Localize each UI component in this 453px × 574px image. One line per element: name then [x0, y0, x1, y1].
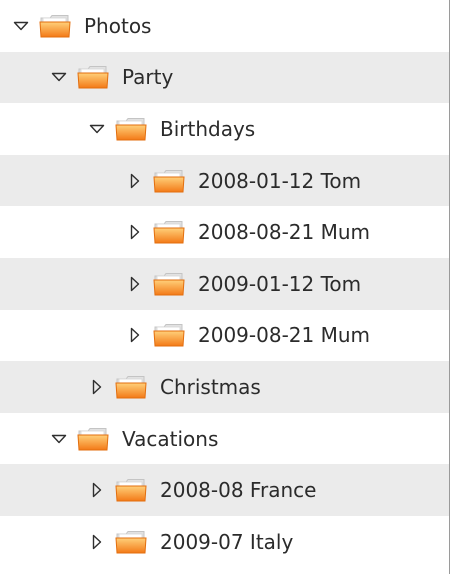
- tree-row-label: 2009-08-21 Mum: [198, 323, 371, 348]
- collapse-arrow-icon[interactable]: [48, 428, 70, 450]
- tree-row-label: 2008-01-12 Tom: [198, 168, 362, 193]
- folder-icon: [152, 320, 186, 350]
- folder-icon: [76, 424, 110, 454]
- tree-row-party[interactable]: Party: [0, 51, 449, 104]
- expand-arrow-icon[interactable]: [124, 273, 146, 295]
- expand-arrow-icon[interactable]: [86, 376, 108, 398]
- tree-row-2008-01-12-tom[interactable]: 2008-01-12 Tom: [0, 154, 449, 207]
- tree-row-christmas[interactable]: Christmas: [0, 361, 449, 413]
- tree-row-label: Birthdays: [160, 116, 256, 141]
- tree-row-label: Vacations: [122, 426, 219, 451]
- folder-icon: [114, 527, 148, 557]
- collapse-arrow-icon[interactable]: [86, 118, 108, 140]
- tree-row-birthdays[interactable]: Birthdays: [0, 103, 449, 155]
- tree-row-2009-07-italy[interactable]: 2009-07 Italy: [0, 515, 449, 568]
- folder-icon: [152, 217, 186, 247]
- folder-icon: [152, 269, 186, 299]
- expand-arrow-icon[interactable]: [86, 531, 108, 553]
- folder-icon: [114, 114, 148, 144]
- tree-row-label: Party: [122, 65, 174, 90]
- folder-icon: [76, 62, 110, 92]
- folder-tree: Photos Party Birthdays 2008-01-12 Tom 20…: [0, 0, 450, 574]
- expand-arrow-icon[interactable]: [124, 324, 146, 346]
- folder-icon: [38, 11, 72, 41]
- expand-arrow-icon[interactable]: [86, 479, 108, 501]
- tree-row-2009-01-12-tom[interactable]: 2009-01-12 Tom: [0, 257, 449, 310]
- folder-icon: [152, 166, 186, 196]
- tree-row-label: 2008-08 France: [160, 478, 317, 503]
- tree-row-vacations[interactable]: Vacations: [0, 412, 449, 465]
- tree-row-photos[interactable]: Photos: [0, 0, 449, 52]
- expand-arrow-icon[interactable]: [124, 221, 146, 243]
- tree-row-label: 2008-08-21 Mum: [198, 220, 371, 245]
- tree-row-label: 2009-07 Italy: [160, 529, 294, 554]
- tree-row-2008-08-france[interactable]: 2008-08 France: [0, 464, 449, 516]
- tree-row-label: Christmas: [160, 374, 261, 399]
- tree-row-2009-08-21-mum[interactable]: 2009-08-21 Mum: [0, 309, 449, 362]
- collapse-arrow-icon[interactable]: [48, 66, 70, 88]
- folder-icon: [114, 475, 148, 505]
- tree-row-label: 2009-01-12 Tom: [198, 271, 362, 296]
- collapse-arrow-icon[interactable]: [10, 15, 32, 37]
- tree-row-label: Photos: [84, 13, 152, 38]
- expand-arrow-icon[interactable]: [124, 170, 146, 192]
- folder-icon: [114, 372, 148, 402]
- tree-row-2008-08-21-mum[interactable]: 2008-08-21 Mum: [0, 206, 449, 258]
